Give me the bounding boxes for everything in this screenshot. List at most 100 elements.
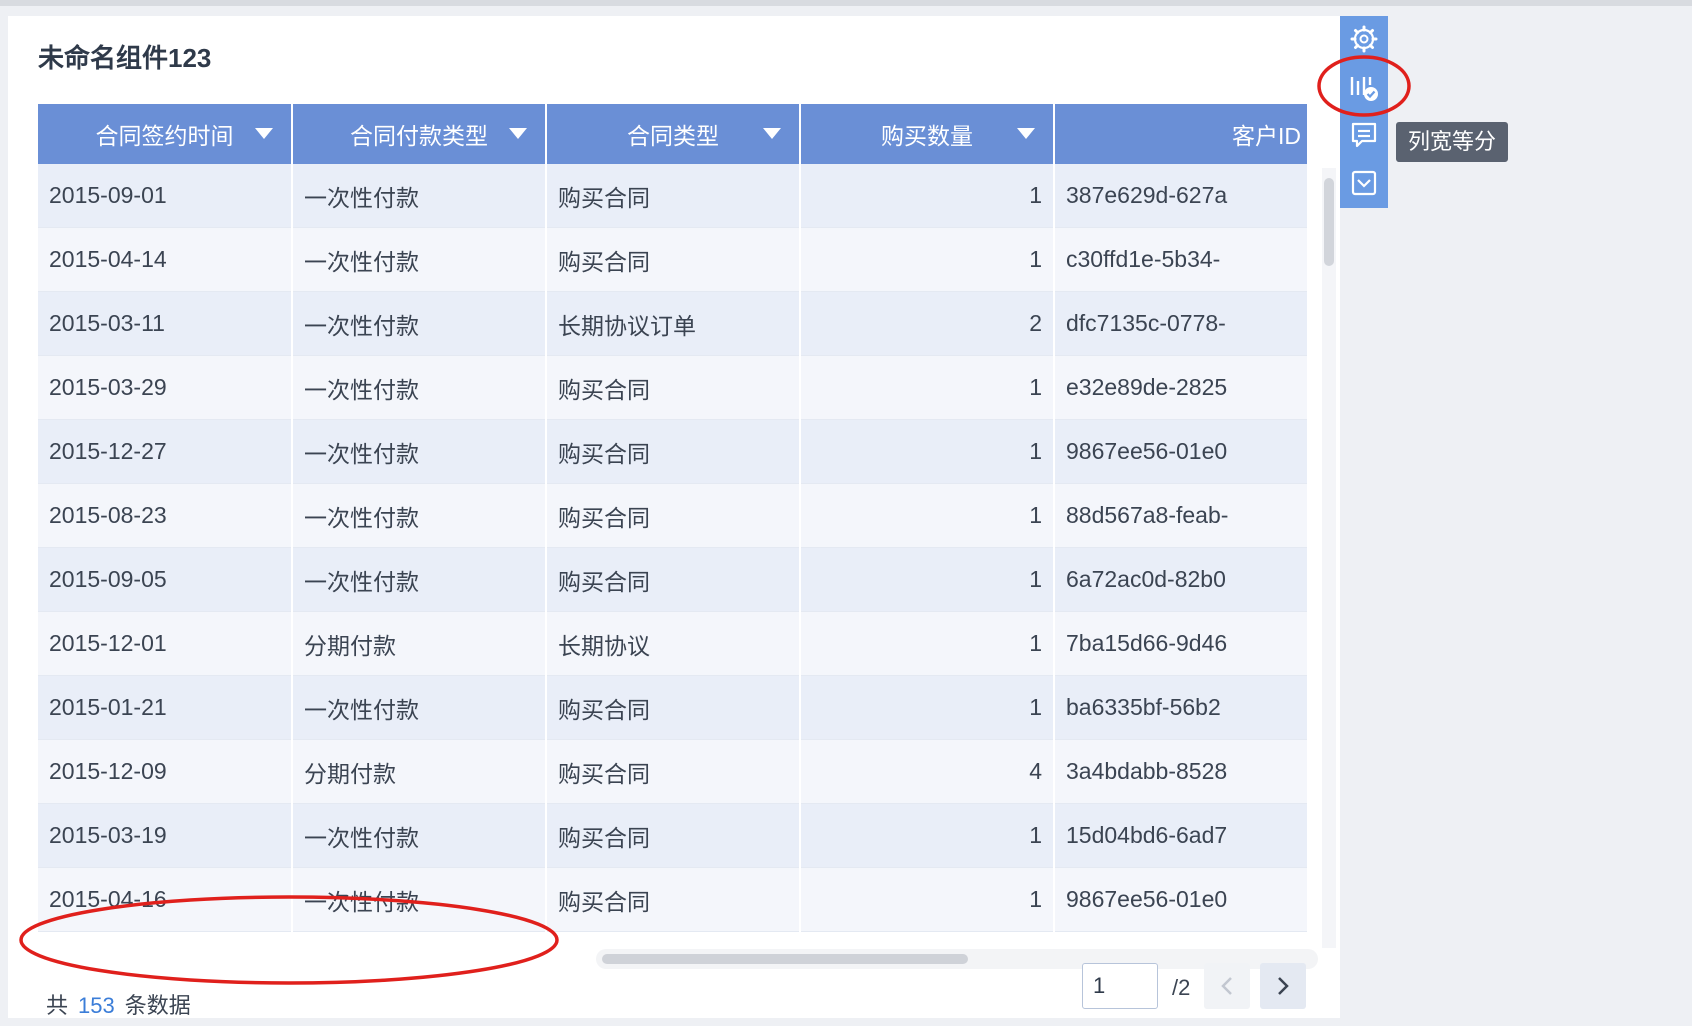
table-row[interactable]: 2015-03-19 一次性付款 购买合同 1 15d04bd6-6ad7: [38, 803, 1309, 868]
column-header-label: 合同签约时间: [95, 123, 234, 149]
table-row[interactable]: 2015-04-14 一次性付款 购买合同 1 c30ffd1e-5b34-: [38, 227, 1309, 292]
table-cell: 购买合同: [546, 675, 801, 740]
table-cell: dfc7135c-0778-: [1054, 291, 1309, 356]
table-cell: 一次性付款: [292, 419, 547, 484]
table-cell: 1: [800, 419, 1055, 484]
canvas-background: [1340, 6, 1692, 1026]
table-row[interactable]: 2015-08-23 一次性付款 购买合同 1 88d567a8-feab-: [38, 483, 1309, 548]
table-cell: 一次性付款: [292, 675, 547, 740]
record-count-prefix: 共: [46, 993, 69, 1018]
table-cell: 一次性付款: [292, 164, 547, 228]
sort-dropdown-icon[interactable]: [1017, 128, 1035, 139]
table-cell: 一次性付款: [292, 483, 547, 548]
horizontal-scrollbar-thumb[interactable]: [602, 954, 968, 964]
table-cell: 购买合同: [546, 419, 801, 484]
column-width-equal-button[interactable]: [1340, 64, 1388, 110]
table-cell: 一次性付款: [292, 867, 547, 932]
table-cell: 购买合同: [546, 803, 801, 868]
table-cell: 2015-03-11: [38, 291, 293, 356]
table-cell: 1: [800, 867, 1055, 932]
table-cell: 2: [800, 291, 1055, 356]
comment-button[interactable]: [1340, 112, 1388, 158]
table-row[interactable]: 2015-12-01 分期付款 长期协议 1 7ba15d66-9d46: [38, 611, 1309, 676]
column-header-label: 合同付款类型: [350, 123, 488, 149]
table-cell: 1: [800, 164, 1055, 228]
table-cell: 15d04bd6-6ad7: [1054, 803, 1309, 868]
column-width-tooltip: 列宽等分: [1396, 122, 1509, 162]
table-cell: 1: [800, 227, 1055, 292]
page-total: /2: [1172, 975, 1191, 1000]
table-row[interactable]: 2015-12-27 一次性付款 购买合同 1 9867ee56-01e0: [38, 419, 1309, 484]
record-count: 共 153 条数据: [46, 988, 191, 1020]
table-cell: 购买合同: [546, 355, 801, 420]
table-cell: 2015-03-19: [38, 803, 293, 868]
table-container: 合同签约时间 合同付款类型 合同类型 购买数量 客户ID 2015-09-01 …: [38, 104, 1320, 949]
table-row[interactable]: 2015-09-01 一次性付款 购买合同 1 387e629d-627a: [38, 164, 1309, 228]
table-cell: 6a72ac0d-82b0: [1054, 547, 1309, 612]
table-cell: 9867ee56-01e0: [1054, 419, 1309, 484]
table-cell: 长期协议: [546, 611, 801, 676]
table-cell: 购买合同: [546, 227, 801, 292]
widget-title[interactable]: 未命名组件123: [38, 38, 211, 75]
vertical-scrollbar-thumb[interactable]: [1324, 178, 1334, 266]
table-cell: 一次性付款: [292, 803, 547, 868]
prev-page-button[interactable]: [1204, 963, 1250, 1009]
column-width-equal-icon: [1350, 77, 1378, 101]
collapse-button[interactable]: [1340, 160, 1388, 206]
table-cell: 1: [800, 611, 1055, 676]
table-cell: 2015-12-01: [38, 611, 293, 676]
table-cell: 2015-04-16: [38, 867, 293, 932]
record-count-value: 153: [78, 993, 115, 1018]
table-cell: 1: [800, 675, 1055, 740]
table-cell: 购买合同: [546, 164, 801, 228]
table-cell: 387e629d-627a: [1054, 164, 1309, 228]
table-row[interactable]: 2015-04-16 一次性付款 购买合同 1 9867ee56-01e0: [38, 867, 1309, 932]
vertical-scrollbar-track[interactable]: [1322, 168, 1336, 948]
table-widget: 未命名组件123 合同签约时间 合同付款类型 合同类型 购买数量 客户ID 20…: [8, 16, 1340, 1018]
record-count-suffix: 条数据: [124, 993, 191, 1018]
column-header-quantity[interactable]: 购买数量: [800, 104, 1055, 164]
table-row[interactable]: 2015-03-11 一次性付款 长期协议订单 2 dfc7135c-0778-: [38, 291, 1309, 356]
settings-button[interactable]: [1340, 16, 1388, 62]
table-cell: 1: [800, 355, 1055, 420]
table-cell: e32e89de-2825: [1054, 355, 1309, 420]
table-cell: 分期付款: [292, 739, 547, 804]
next-page-button[interactable]: [1260, 963, 1306, 1009]
table-cell: 长期协议订单: [546, 291, 801, 356]
table-cell: 2015-12-27: [38, 419, 293, 484]
column-header-label: 合同类型: [627, 123, 719, 149]
table-cell: 购买合同: [546, 739, 801, 804]
sort-dropdown-icon[interactable]: [763, 128, 781, 139]
table-cell: 2015-04-14: [38, 227, 293, 292]
table-row[interactable]: 2015-09-05 一次性付款 购买合同 1 6a72ac0d-82b0: [38, 547, 1309, 612]
sort-dropdown-icon[interactable]: [509, 128, 527, 139]
column-header-payment-type[interactable]: 合同付款类型: [292, 104, 547, 164]
table-cell: 一次性付款: [292, 355, 547, 420]
column-header-contract-date[interactable]: 合同签约时间: [38, 104, 293, 164]
table-body: 2015-09-01 一次性付款 购买合同 1 387e629d-627a 2015-04…: [38, 164, 1309, 932]
table-cell: 1: [800, 483, 1055, 548]
table-header-row: 合同签约时间 合同付款类型 合同类型 购买数量 客户ID: [38, 104, 1309, 164]
sort-dropdown-icon[interactable]: [255, 128, 273, 139]
chevron-right-icon: [1278, 977, 1289, 995]
table-row[interactable]: 2015-12-09 分期付款 购买合同 4 3a4bdabb-8528: [38, 739, 1309, 804]
column-header-contract-type[interactable]: 合同类型: [546, 104, 801, 164]
table-cell: 购买合同: [546, 867, 801, 932]
comment-icon: [1351, 122, 1377, 148]
table-row[interactable]: 2015-03-29 一次性付款 购买合同 1 e32e89de-2825: [38, 355, 1309, 420]
table-cell: 一次性付款: [292, 291, 547, 356]
table-cell: 2015-09-01: [38, 164, 293, 228]
table-cell: 2015-01-21: [38, 675, 293, 740]
column-header-label: 购买数量: [881, 123, 973, 149]
table-cell: 9867ee56-01e0: [1054, 867, 1309, 932]
table-cell: ba6335bf-56b2: [1054, 675, 1309, 740]
table-cell: 一次性付款: [292, 547, 547, 612]
table-row[interactable]: 2015-01-21 一次性付款 购买合同 1 ba6335bf-56b2: [38, 675, 1309, 740]
table-cell: 7ba15d66-9d46: [1054, 611, 1309, 676]
table-cell: 一次性付款: [292, 227, 547, 292]
chevron-left-icon: [1221, 977, 1232, 995]
page-number-input[interactable]: [1082, 963, 1158, 1009]
table-cell: 2015-03-29: [38, 355, 293, 420]
column-header-customer-id[interactable]: 客户ID: [1054, 104, 1309, 164]
table-cell: 4: [800, 739, 1055, 804]
